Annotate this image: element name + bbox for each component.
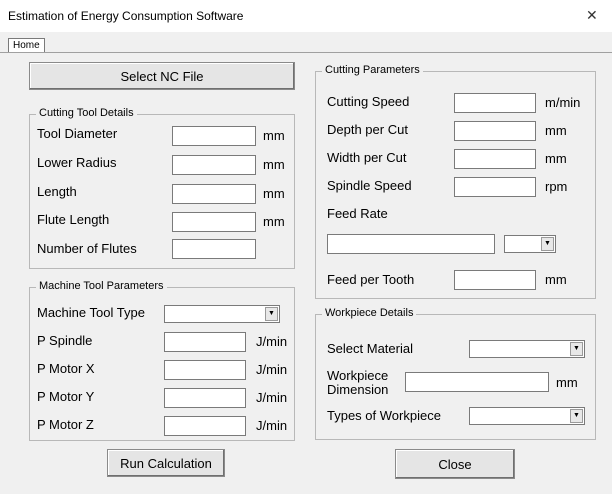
number-of-flutes-label: Number of Flutes — [37, 241, 137, 256]
machine-tool-type-label: Machine Tool Type — [37, 305, 145, 320]
length-unit: mm — [263, 186, 285, 201]
dropdown-arrow-icon[interactable]: ▼ — [541, 237, 554, 251]
cutting-speed-input[interactable] — [454, 93, 536, 113]
run-calculation-button[interactable]: Run Calculation — [107, 449, 225, 477]
feed-per-tooth-input[interactable] — [454, 270, 536, 290]
width-per-cut-unit: mm — [545, 151, 567, 166]
close-icon[interactable]: ✕ — [586, 7, 598, 24]
cutting-speed-label: Cutting Speed — [327, 94, 410, 109]
title-bar: Estimation of Energy Consumption Softwar… — [0, 0, 612, 32]
select-material-label: Select Material — [327, 341, 413, 356]
p-motor-x-label: P Motor X — [37, 361, 95, 376]
spindle-speed-input[interactable] — [454, 177, 536, 197]
flute-length-unit: mm — [263, 214, 285, 229]
frame-title: Machine Tool Parameters — [36, 280, 167, 292]
dropdown-arrow-icon[interactable]: ▼ — [570, 409, 583, 423]
p-motor-y-label: P Motor Y — [37, 389, 95, 404]
cutting-parameters-frame: Cutting Parameters Cutting Speed m/min D… — [315, 64, 596, 299]
select-material-select[interactable]: ▼ — [469, 340, 585, 358]
lower-radius-label: Lower Radius — [37, 155, 117, 170]
length-label: Length — [37, 184, 77, 199]
workpiece-dimension-label-1: Workpiece — [327, 368, 389, 383]
p-motor-y-unit: J/min — [256, 390, 288, 405]
machine-tool-frame: Machine Tool Parameters Machine Tool Typ… — [29, 280, 295, 441]
types-of-workpiece-label: Types of Workpiece — [327, 408, 441, 423]
feed-rate-input[interactable] — [327, 234, 495, 254]
feed-rate-label: Feed Rate — [327, 206, 388, 221]
flute-length-input[interactable] — [172, 212, 256, 232]
tool-diameter-unit: mm — [263, 128, 285, 143]
dropdown-arrow-icon[interactable]: ▼ — [570, 342, 583, 356]
p-motor-x-unit: J/min — [256, 362, 288, 377]
width-per-cut-input[interactable] — [454, 149, 536, 169]
select-nc-file-button[interactable]: Select NC File — [29, 62, 295, 90]
close-button[interactable]: Close — [395, 449, 515, 479]
p-motor-z-label: P Motor Z — [37, 417, 94, 432]
lower-radius-unit: mm — [263, 157, 285, 172]
flute-length-label: Flute Length — [37, 212, 110, 227]
p-spindle-label: P Spindle — [37, 333, 93, 348]
p-motor-z-unit: J/min — [256, 418, 288, 433]
p-spindle-unit: J/min — [256, 334, 288, 349]
workpiece-dimension-input[interactable] — [405, 372, 549, 392]
p-motor-y-input[interactable] — [164, 388, 246, 408]
workpiece-frame: Workpiece Details Select Material ▼ Work… — [315, 307, 596, 440]
number-of-flutes-input[interactable] — [172, 239, 256, 259]
feed-rate-unit-select[interactable]: ▼ — [504, 235, 556, 253]
lower-radius-input[interactable] — [172, 155, 256, 175]
types-of-workpiece-select[interactable]: ▼ — [469, 407, 585, 425]
cutting-tool-frame: Cutting Tool Details Tool Diameter mm Lo… — [29, 107, 295, 269]
feed-per-tooth-unit: mm — [545, 272, 567, 287]
dropdown-arrow-icon[interactable]: ▼ — [265, 307, 278, 321]
depth-per-cut-label: Depth per Cut — [327, 122, 408, 137]
p-spindle-input[interactable] — [164, 332, 246, 352]
machine-tool-type-select[interactable]: ▼ — [164, 305, 280, 323]
frame-title: Cutting Parameters — [322, 64, 423, 76]
tab-home[interactable]: Home — [8, 38, 45, 53]
feed-per-tooth-label: Feed per Tooth — [327, 272, 415, 287]
frame-title: Workpiece Details — [322, 307, 417, 319]
tool-diameter-label: Tool Diameter — [37, 126, 118, 141]
tool-diameter-input[interactable] — [172, 126, 256, 146]
spindle-speed-unit: rpm — [545, 179, 568, 194]
frame-title: Cutting Tool Details — [36, 107, 137, 119]
width-per-cut-label: Width per Cut — [327, 150, 407, 165]
app-window: Estimation of Energy Consumption Softwar… — [0, 0, 612, 494]
p-motor-z-input[interactable] — [164, 416, 246, 436]
length-input[interactable] — [172, 184, 256, 204]
window-title: Estimation of Energy Consumption Softwar… — [8, 9, 244, 23]
p-motor-x-input[interactable] — [164, 360, 246, 380]
depth-per-cut-input[interactable] — [454, 121, 536, 141]
cutting-speed-unit: m/min — [545, 95, 581, 110]
workpiece-dimension-label-2: Dimension — [327, 382, 389, 397]
home-page: Select NC File Cutting Tool Details Tool… — [0, 52, 612, 495]
spindle-speed-label: Spindle Speed — [327, 178, 412, 193]
workpiece-dimension-unit: mm — [556, 375, 578, 390]
depth-per-cut-unit: mm — [545, 123, 567, 138]
